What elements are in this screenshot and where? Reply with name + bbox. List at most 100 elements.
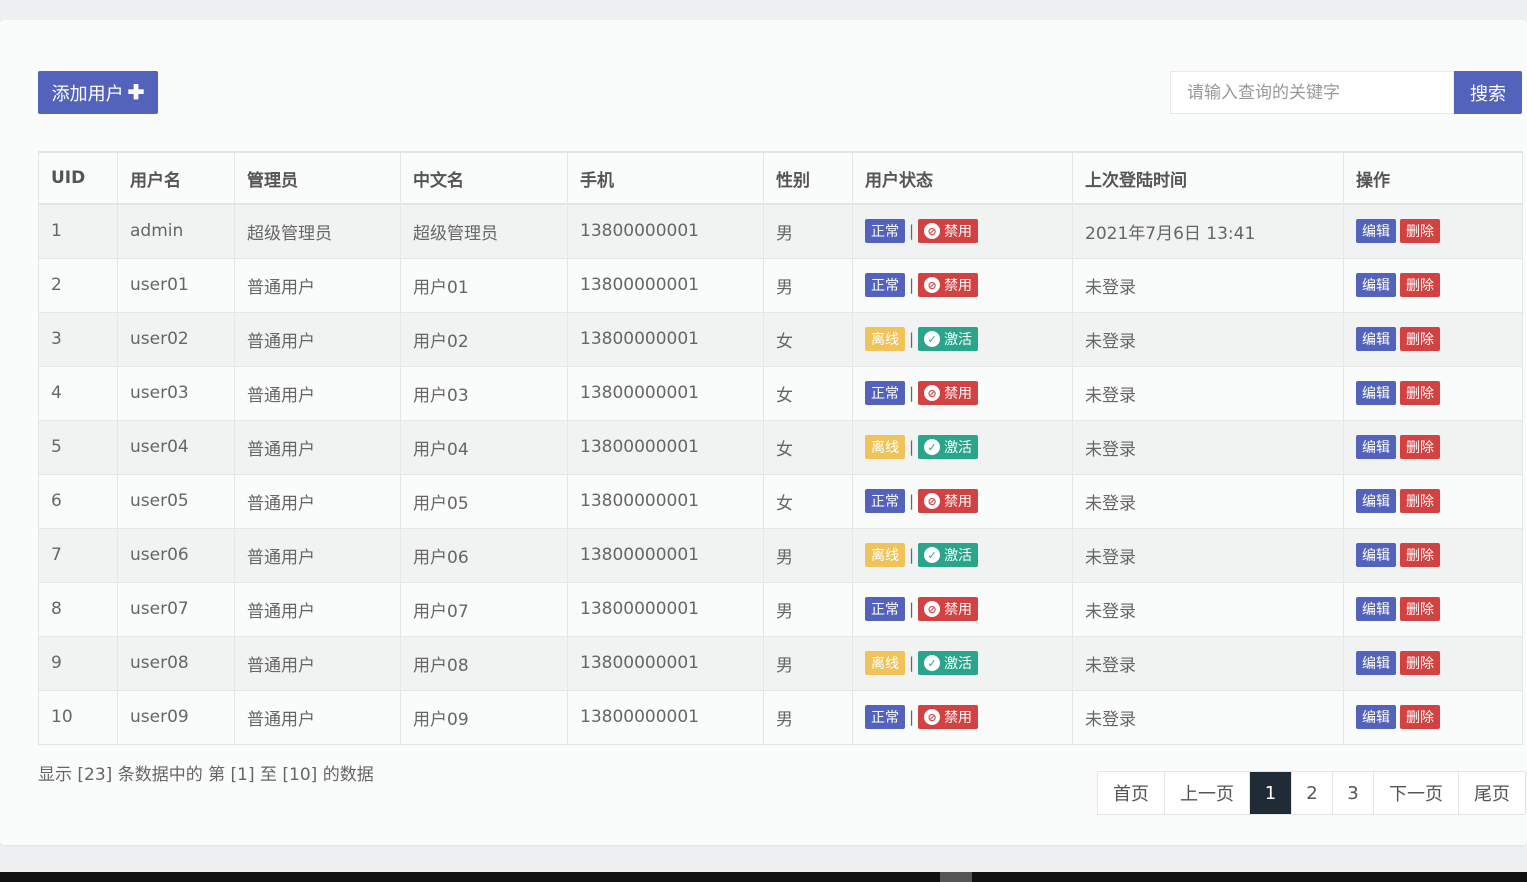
cell-status: 正常 | ⊘ 禁用 — [852, 473, 1073, 529]
cell-cname: 用户02 — [400, 311, 568, 367]
cell-uid: 9 — [38, 635, 118, 691]
activate-user-button[interactable]: ✓ 激活 — [918, 327, 979, 351]
delete-button[interactable]: 删除 — [1400, 489, 1440, 513]
cell-status: 正常 | ⊘ 禁用 — [852, 365, 1073, 421]
edit-button[interactable]: 编辑 — [1356, 705, 1396, 729]
page-button-2[interactable]: 2 — [1291, 772, 1332, 814]
edit-button[interactable]: 编辑 — [1356, 219, 1396, 244]
disable-user-button[interactable]: ⊘ 禁用 — [918, 705, 979, 729]
cell-role: 普通用户 — [234, 257, 401, 313]
first-page-button[interactable]: 首页 — [1098, 772, 1164, 814]
cell-role: 普通用户 — [234, 635, 401, 691]
table-row: 4 user03 普通用户 用户03 13800000001 女正常 | ⊘ 禁用 未登录 编辑 删除 — [38, 365, 1523, 421]
delete-button[interactable]: 删除 — [1400, 219, 1440, 244]
delete-button[interactable]: 删除 — [1400, 705, 1440, 729]
activate-user-button[interactable]: ✓ 激活 — [918, 651, 979, 675]
search-input[interactable] — [1170, 71, 1454, 114]
cell-status: 离线 | ✓ 激活 — [852, 419, 1073, 475]
cell-actions: 编辑 删除 — [1343, 581, 1523, 637]
cell-last-login: 未登录 — [1072, 257, 1344, 313]
table-row: 6 user05 普通用户 用户05 13800000001 女正常 | ⊘ 禁用 未登录 编辑 删除 — [38, 473, 1523, 529]
column-header: 操作 — [1343, 151, 1523, 205]
pagination-info: 显示 [23] 条数据中的 第 [1] 至 [10] 的数据 — [38, 765, 374, 785]
search-button[interactable]: 搜索 — [1454, 71, 1522, 114]
toggle-label: 激活 — [944, 332, 973, 348]
cell-username: user01 — [117, 257, 235, 313]
disable-user-button[interactable]: ⊘ 禁用 — [918, 381, 979, 405]
delete-button[interactable]: 删除 — [1400, 651, 1440, 675]
delete-button[interactable]: 删除 — [1400, 597, 1440, 621]
edit-button[interactable]: 编辑 — [1356, 435, 1396, 459]
toggle-label: 激活 — [944, 440, 973, 456]
table-row: 9 user08 普通用户 用户08 13800000001 男离线 | ✓ 激活 未登录 编辑 删除 — [38, 635, 1523, 691]
toggle-label: 禁用 — [944, 710, 973, 726]
cell-actions: 编辑 删除 — [1343, 689, 1523, 745]
last-page-button[interactable]: 尾页 — [1458, 772, 1525, 814]
check-circle-icon: ✓ — [924, 331, 941, 347]
status-badge: 正常 — [865, 219, 905, 244]
status-separator: | — [909, 600, 915, 618]
edit-button[interactable]: 编辑 — [1356, 273, 1396, 297]
status-badge: 正常 — [865, 273, 905, 297]
disable-user-button[interactable]: ⊘ 禁用 — [918, 489, 979, 513]
cell-gender: 男 — [763, 257, 853, 313]
users-table: UID 用户名 管理员 中文名 手机 性别 用户状态 上次登陆时间 操作 1 admin 超级管理员… — [38, 151, 1523, 745]
cell-uid: 5 — [38, 419, 118, 475]
plus-icon: ✚ — [127, 82, 145, 104]
edit-button[interactable]: 编辑 — [1356, 381, 1396, 405]
delete-button[interactable]: 删除 — [1400, 327, 1440, 351]
edit-button[interactable]: 编辑 — [1356, 597, 1396, 621]
delete-button[interactable]: 删除 — [1400, 435, 1440, 459]
table-row: 8 user07 普通用户 用户07 13800000001 男正常 | ⊘ 禁用 未登录 编辑 删除 — [38, 581, 1523, 637]
cell-cname: 用户05 — [400, 473, 568, 529]
disable-user-button[interactable]: ⊘ 禁用 — [918, 597, 979, 621]
delete-button[interactable]: 删除 — [1400, 273, 1440, 297]
edit-button[interactable]: 编辑 — [1356, 489, 1396, 513]
table-row: 10 user09 普通用户 用户09 13800000001 男正常 | ⊘ 禁用 未登录 编辑删… — [38, 689, 1523, 745]
prev-page-button[interactable]: 上一页 — [1164, 772, 1249, 814]
table-row: 2 user01 普通用户 用户01 13800000001 男正常 | ⊘ 禁用 未登录 编辑 删除 — [38, 257, 1523, 313]
edit-button[interactable]: 编辑 — [1356, 543, 1396, 567]
cell-username: user05 — [117, 473, 235, 529]
scrollbar-thumb[interactable] — [940, 872, 972, 882]
cell-role: 普通用户 — [234, 527, 401, 583]
cell-uid: 4 — [38, 365, 118, 421]
cell-username: user07 — [117, 581, 235, 637]
cell-gender: 男 — [763, 635, 853, 691]
disable-user-button[interactable]: ⊘ 禁用 — [918, 219, 979, 244]
check-circle-icon: ✓ — [924, 439, 941, 455]
toggle-label: 禁用 — [944, 224, 973, 241]
disable-user-button[interactable]: ⊘ 禁用 — [918, 273, 979, 297]
cell-cname: 用户08 — [400, 635, 568, 691]
ban-icon: ⊘ — [924, 277, 941, 293]
page-button-3[interactable]: 3 — [1332, 772, 1373, 814]
cell-status: 离线 | ✓ 激活 — [852, 635, 1073, 691]
cell-last-login: 未登录 — [1072, 635, 1344, 691]
cell-actions: 编辑 删除 — [1343, 419, 1523, 475]
cell-phone: 13800000001 — [567, 419, 764, 475]
activate-user-button[interactable]: ✓ 激活 — [918, 543, 979, 567]
delete-button[interactable]: 删除 — [1400, 543, 1440, 567]
next-page-button[interactable]: 下一页 — [1373, 772, 1458, 814]
cell-cname: 超级管理员 — [400, 203, 568, 259]
cell-actions: 编辑 删除 — [1343, 257, 1523, 313]
ban-icon: ⊘ — [924, 223, 941, 240]
column-header: 用户状态 — [852, 151, 1073, 205]
cell-phone: 13800000001 — [567, 689, 764, 745]
cell-actions: 编辑 删除 — [1343, 635, 1523, 691]
bottom-scrollbar[interactable] — [0, 872, 1527, 882]
toggle-label: 激活 — [944, 548, 973, 564]
cell-role: 普通用户 — [234, 581, 401, 637]
cell-uid: 7 — [38, 527, 118, 583]
edit-button[interactable]: 编辑 — [1356, 327, 1396, 351]
cell-uid: 6 — [38, 473, 118, 529]
status-separator: | — [909, 222, 915, 241]
table-header-row: UID 用户名 管理员 中文名 手机 性别 用户状态 上次登陆时间 操作 — [38, 151, 1523, 205]
edit-button[interactable]: 编辑 — [1356, 651, 1396, 675]
ban-icon: ⊘ — [924, 601, 941, 617]
delete-button[interactable]: 删除 — [1400, 381, 1440, 405]
page-button-1[interactable]: 1 — [1249, 772, 1291, 814]
activate-user-button[interactable]: ✓ 激活 — [918, 435, 979, 459]
column-header: 手机 — [567, 151, 764, 205]
add-user-button[interactable]: 添加用户 ✚ — [38, 71, 158, 114]
